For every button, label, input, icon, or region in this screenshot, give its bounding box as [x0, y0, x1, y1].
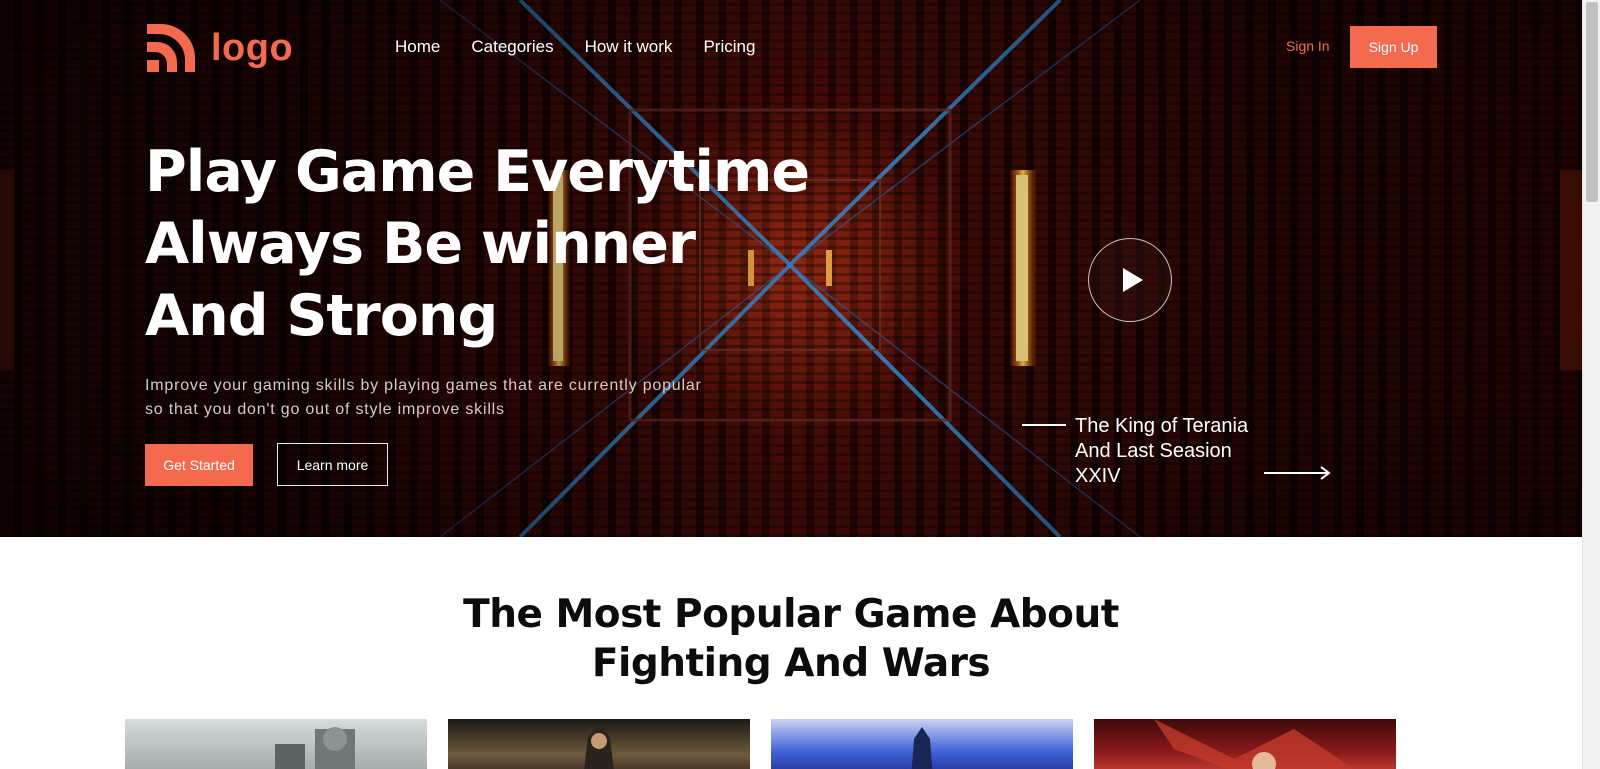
section-title-line: The Most Popular Game About — [463, 592, 1119, 637]
page-scrollbar[interactable] — [1582, 0, 1600, 769]
play-icon — [1123, 268, 1143, 292]
game-card-image — [584, 725, 614, 769]
hero-headline-line: And Strong — [145, 283, 498, 349]
game-card[interactable] — [448, 719, 750, 769]
learn-more-button[interactable]: Learn more — [277, 443, 388, 486]
nav-item-how-it-work[interactable]: How it work — [585, 37, 673, 57]
logo[interactable]: logo — [145, 22, 293, 74]
nav-item-categories[interactable]: Categories — [471, 37, 553, 57]
season-divider-line — [1022, 424, 1066, 426]
sign-in-link[interactable]: Sign In — [1286, 38, 1330, 54]
nav-item-home[interactable]: Home — [395, 37, 440, 57]
sign-up-button[interactable]: Sign Up — [1350, 26, 1437, 68]
season-title: The King of Terania And Last Seasion XXI… — [1075, 414, 1275, 489]
game-card[interactable] — [1094, 719, 1396, 769]
season-title-line: And Last Seasion — [1075, 440, 1232, 462]
season-title-line: XXIV — [1075, 465, 1121, 487]
play-video-button[interactable] — [1088, 238, 1172, 322]
section-title: The Most Popular Game About Fighting And… — [0, 590, 1582, 688]
game-card-image — [911, 727, 933, 769]
arrow-right-icon[interactable] — [1264, 466, 1332, 480]
section-title-line: Fighting And Wars — [591, 641, 991, 686]
get-started-button[interactable]: Get Started — [145, 444, 253, 486]
hero-headline: Play Game Everytime Always Be winner And… — [145, 136, 865, 352]
season-title-line: The King of Terania — [1075, 415, 1249, 437]
logo-text: logo — [211, 27, 294, 69]
main-nav: Home Categories How it work Pricing — [395, 37, 755, 57]
game-card-list — [125, 719, 1396, 769]
logo-icon — [147, 24, 195, 72]
game-card-image — [275, 727, 355, 769]
hero-headline-line: Play Game Everytime — [145, 139, 810, 205]
page: logo Home Categories How it work Pricing… — [0, 0, 1600, 769]
hero-subtext: Improve your gaming skills by playing ga… — [145, 377, 702, 418]
hero-headline-line: Always Be winner — [145, 211, 696, 277]
game-card-image — [1154, 719, 1354, 769]
nav-item-pricing[interactable]: Pricing — [703, 37, 755, 57]
scrollbar-thumb[interactable] — [1586, 2, 1598, 202]
game-card[interactable] — [771, 719, 1073, 769]
game-card[interactable] — [125, 719, 427, 769]
